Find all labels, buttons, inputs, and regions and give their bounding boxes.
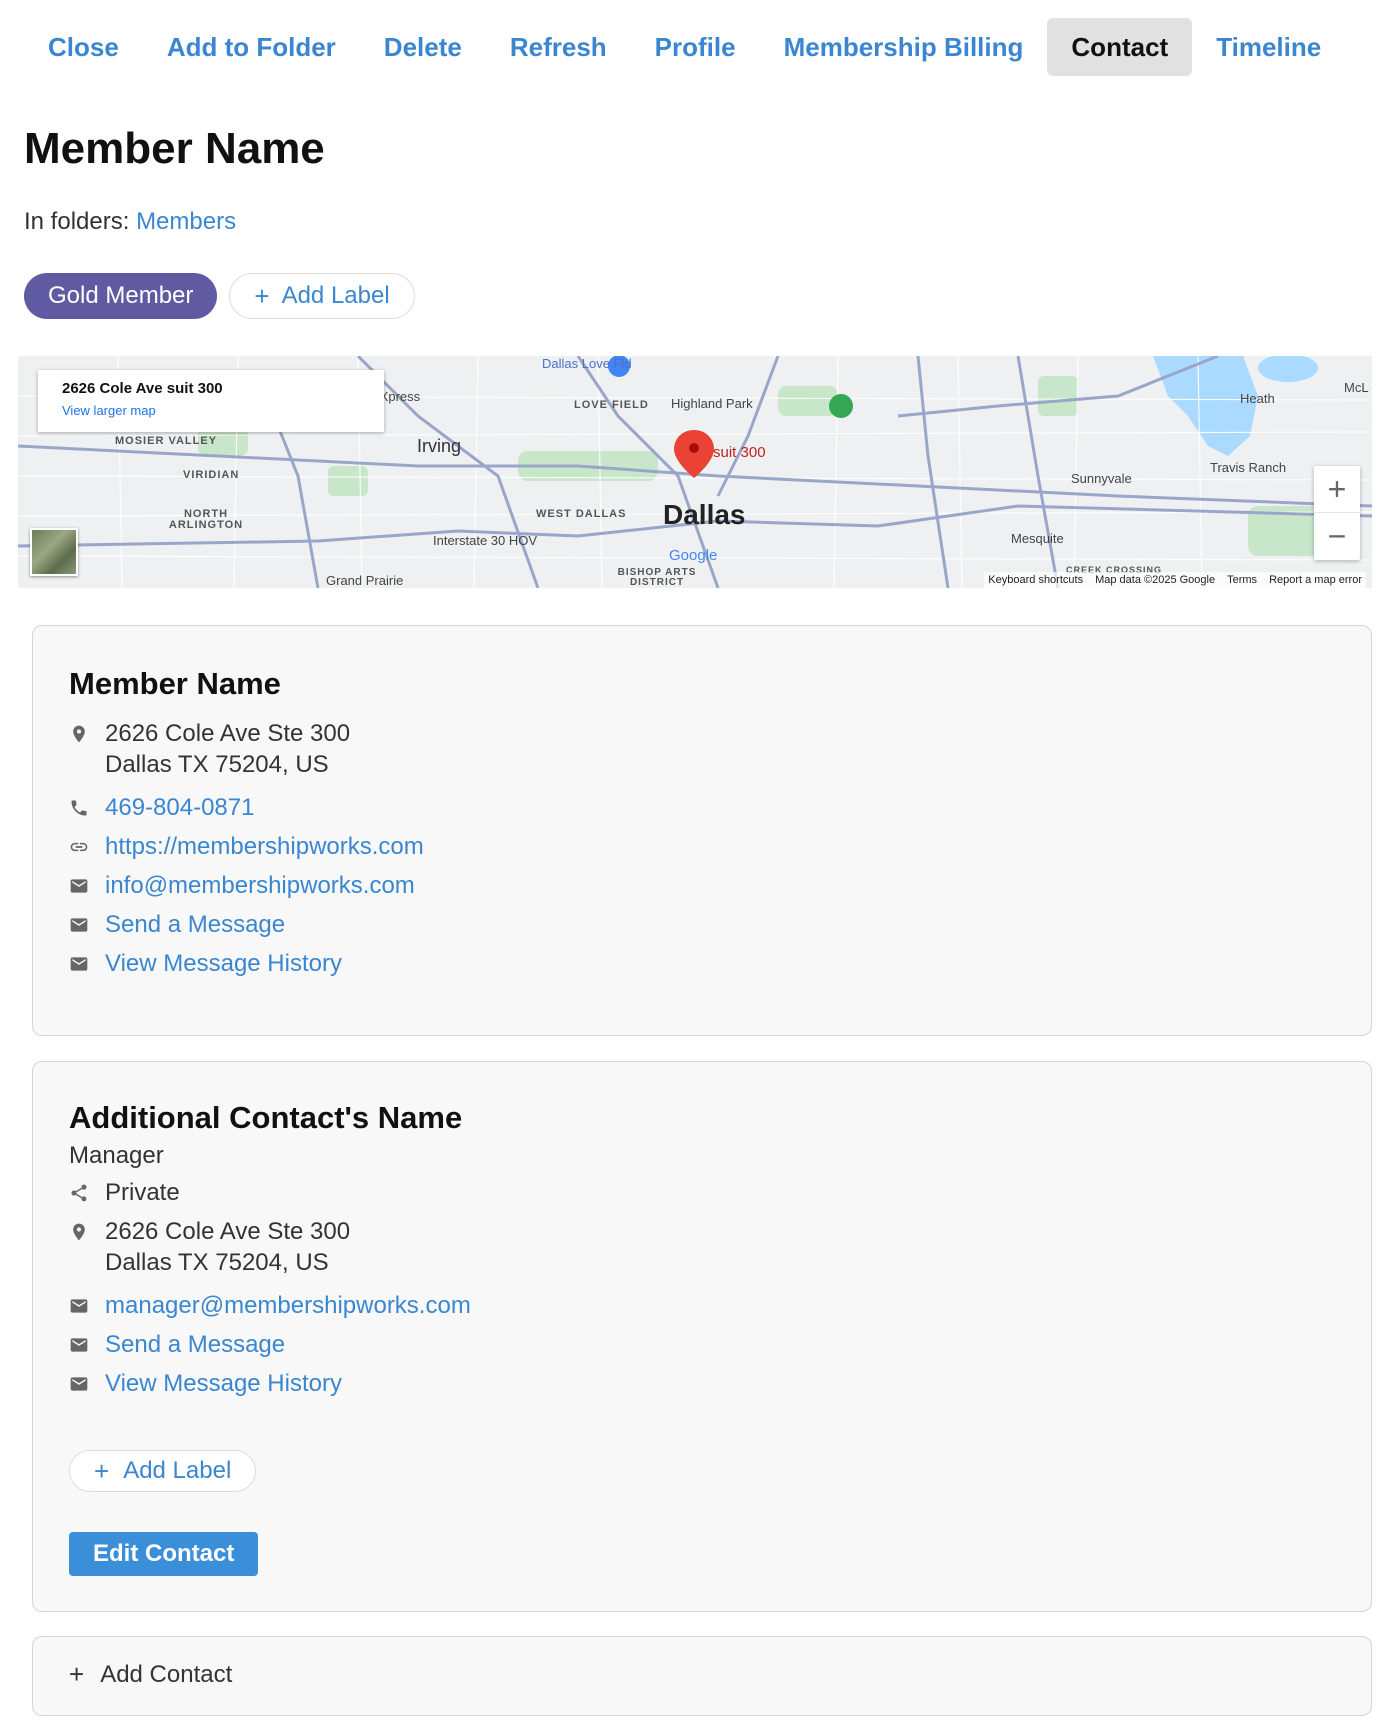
- member-contact-card: Member Name 2626 Cole Ave Ste 300 Dallas…: [32, 625, 1372, 1036]
- phone-icon: [69, 792, 105, 823]
- refresh-button[interactable]: Refresh: [486, 18, 631, 76]
- page-title: Member Name: [24, 124, 325, 173]
- envelope-icon: [69, 909, 105, 940]
- map-label-love-field-airport: Dallas Love Fld: [542, 356, 632, 371]
- add-contact-label: Add Contact: [100, 1660, 233, 1688]
- send-message-link[interactable]: Send a Message: [105, 909, 285, 940]
- edit-contact-button[interactable]: Edit Contact: [69, 1532, 259, 1576]
- close-button[interactable]: Close: [24, 18, 143, 76]
- envelope-icon: [69, 948, 105, 979]
- additional-contact-name: Additional Contact's Name: [69, 1100, 463, 1135]
- location-pin-icon: [69, 1216, 105, 1247]
- send-message-row: Send a Message: [69, 909, 285, 940]
- add-label-button[interactable]: + Add Label: [229, 273, 415, 319]
- view-message-history-link[interactable]: View Message History: [105, 948, 342, 979]
- map-label-grand-prairie: Grand Prairie: [326, 573, 404, 588]
- message-history-row: View Message History: [69, 948, 342, 979]
- add-label-text: Add Label: [123, 1457, 232, 1484]
- map-label-travis-ranch: Travis Ranch: [1210, 460, 1287, 475]
- label-list: Gold Member + Add Label: [24, 273, 415, 319]
- tab-timeline[interactable]: Timeline: [1192, 18, 1345, 76]
- address-line-1: 2626 Cole Ave Ste 300: [105, 1218, 351, 1245]
- phone-link[interactable]: 469-804-0871: [105, 792, 254, 823]
- location-map[interactable]: MOSIER VALLEY VIRIDIAN NORTH ARLINGTON I…: [18, 356, 1372, 588]
- tab-contact[interactable]: Contact: [1047, 18, 1193, 76]
- envelope-icon: [69, 870, 105, 901]
- terms-link[interactable]: Terms: [1227, 574, 1257, 586]
- map-info-window: 2626 Cole Ave suit 300 View larger map: [38, 370, 384, 432]
- envelope-icon: [69, 1329, 105, 1360]
- report-map-error-link[interactable]: Report a map error: [1269, 574, 1362, 586]
- map-label-heath: Heath: [1240, 391, 1275, 406]
- email-link[interactable]: info@membershipworks.com: [105, 870, 415, 901]
- map-data-attribution: Map data ©2025 Google: [1095, 574, 1216, 586]
- address-row: 2626 Cole Ave Ste 300 Dallas TX 75204, U…: [69, 1216, 350, 1278]
- map-label-bishop-arts: BISHOP ARTS DISTRICT: [617, 567, 697, 588]
- map-label-highland-park: Highland Park: [671, 396, 753, 411]
- map-zoom-control: + −: [1314, 466, 1360, 560]
- website-row: https://membershipworks.com: [69, 831, 424, 862]
- view-message-history-link[interactable]: View Message History: [105, 1368, 342, 1399]
- manager-email-link[interactable]: manager@membershipworks.com: [105, 1290, 471, 1321]
- share-icon: [69, 1177, 105, 1208]
- address-line-2: Dallas TX 75204, US: [105, 1249, 329, 1276]
- add-contact-button[interactable]: + Add Contact: [69, 1659, 232, 1690]
- map-label-north-arlington: NORTH ARLINGTON: [168, 508, 244, 531]
- zoom-out-button[interactable]: −: [1314, 513, 1360, 560]
- privacy-status: Private: [105, 1179, 180, 1206]
- map-label-mcl: McL: [1344, 380, 1369, 395]
- send-message-link[interactable]: Send a Message: [105, 1329, 285, 1360]
- plus-icon: +: [254, 281, 270, 311]
- toolbar: Close Add to Folder Delete Refresh Profi…: [24, 18, 1345, 76]
- email-row: info@membershipworks.com: [69, 870, 415, 901]
- map-label-irving: Irving: [417, 436, 462, 456]
- address-line-1: 2626 Cole Ave Ste 300: [105, 720, 351, 747]
- location-pin-icon: [69, 718, 105, 749]
- plus-icon: +: [69, 1659, 85, 1689]
- folder-link-members[interactable]: Members: [136, 208, 236, 235]
- map-pin-label: suit 300: [713, 444, 766, 461]
- tab-profile[interactable]: Profile: [631, 18, 760, 76]
- map-label-mesquite: Mesquite: [1011, 531, 1064, 546]
- map-label-interstate-30-hov: Interstate 30 HOV: [433, 533, 538, 548]
- contact-card-name: Member Name: [69, 666, 281, 701]
- envelope-icon: [69, 1290, 105, 1321]
- map-info-address: 2626 Cole Ave suit 300: [62, 380, 223, 397]
- tab-membership-billing[interactable]: Membership Billing: [760, 18, 1048, 76]
- privacy-row: Private: [69, 1177, 180, 1208]
- additional-contact-card: Additional Contact's Name Manager Privat…: [32, 1061, 1372, 1612]
- add-contact-card[interactable]: + Add Contact: [32, 1636, 1372, 1716]
- address-row: 2626 Cole Ave Ste 300 Dallas TX 75204, U…: [69, 718, 350, 780]
- zoom-in-button[interactable]: +: [1314, 466, 1360, 513]
- view-larger-map-link[interactable]: View larger map: [62, 403, 384, 418]
- map-footer: Keyboard shortcuts Map data ©2025 Google…: [984, 572, 1366, 588]
- address-line-2: Dallas TX 75204, US: [105, 751, 329, 778]
- add-label-text: Add Label: [281, 282, 390, 309]
- map-label-sunnyvale: Sunnyvale: [1071, 471, 1132, 486]
- link-icon: [69, 831, 105, 862]
- google-logo: Google: [669, 547, 718, 564]
- message-history-row: View Message History: [69, 1368, 342, 1399]
- label-gold-member[interactable]: Gold Member: [24, 273, 218, 319]
- folders-line: In folders: Members: [24, 208, 236, 236]
- send-message-row: Send a Message: [69, 1329, 285, 1360]
- map-label-mosier-valley: MOSIER VALLEY: [115, 435, 218, 447]
- map-label-viridian: VIRIDIAN: [183, 469, 240, 481]
- phone-row: 469-804-0871: [69, 792, 254, 823]
- satellite-toggle[interactable]: [30, 528, 78, 576]
- add-to-folder-button[interactable]: Add to Folder: [143, 18, 360, 76]
- plus-icon: +: [94, 1455, 110, 1486]
- map-label-dallas: Dallas: [663, 499, 746, 530]
- delete-button[interactable]: Delete: [360, 18, 486, 76]
- map-label-love-field: LOVE FIELD: [574, 399, 649, 411]
- website-link[interactable]: https://membershipworks.com: [105, 831, 424, 862]
- add-label-button[interactable]: + Add Label: [69, 1450, 257, 1492]
- map-label-west-dallas: WEST DALLAS: [536, 508, 627, 520]
- keyboard-shortcuts-link[interactable]: Keyboard shortcuts: [988, 574, 1083, 586]
- email-row: manager@membershipworks.com: [69, 1290, 471, 1321]
- additional-contact-role: Manager: [69, 1142, 164, 1169]
- envelope-icon: [69, 1368, 105, 1399]
- folders-prefix: In folders:: [24, 208, 130, 235]
